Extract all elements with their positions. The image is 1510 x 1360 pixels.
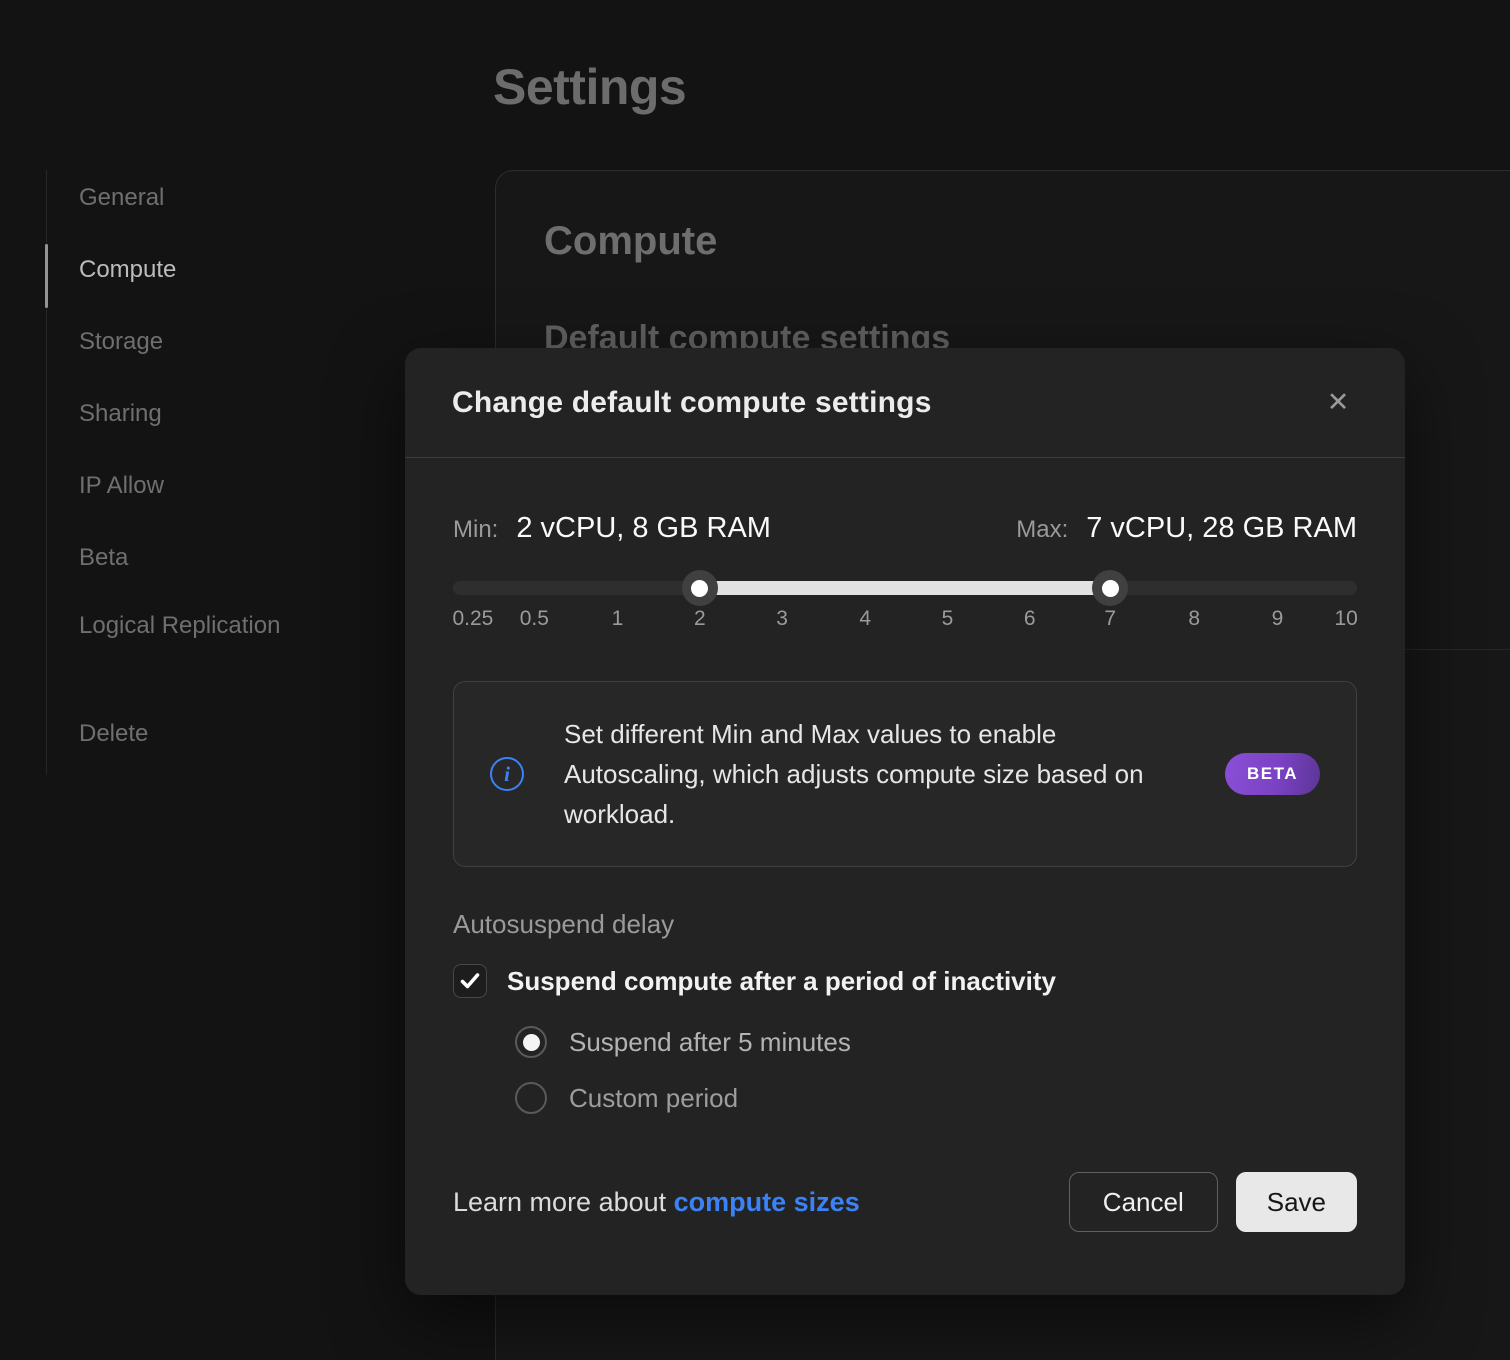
suspend-checkbox[interactable] (453, 964, 487, 998)
sidebar-item-sharing[interactable]: Sharing (79, 394, 309, 434)
tick-label: 3 (776, 607, 788, 631)
sidebar-item-compute[interactable]: Compute (79, 250, 309, 290)
modal-header: Change default compute settings ✕ (405, 348, 1405, 458)
min-label: Min: (453, 516, 498, 544)
sidebar-item-general[interactable]: General (79, 178, 309, 218)
slider-handle-max[interactable] (1092, 570, 1128, 606)
save-button[interactable]: Save (1236, 1172, 1357, 1232)
min-compute-group: Min: 2 vCPU, 8 GB RAM (453, 512, 771, 545)
autoscaling-info-box: i Set different Min and Max values to en… (453, 681, 1357, 867)
check-icon (458, 969, 482, 993)
max-label: Max: (1016, 516, 1068, 544)
custom-period-option[interactable]: Custom period (515, 1082, 1357, 1114)
slider-track[interactable] (453, 581, 1357, 595)
learn-more-text: Learn more about compute sizes (453, 1187, 860, 1218)
change-compute-settings-modal: Change default compute settings ✕ Min: 2… (405, 348, 1405, 1295)
custom-period-label: Custom period (569, 1083, 738, 1114)
tick-label: 0.5 (520, 607, 549, 631)
radio-unselected-icon[interactable] (515, 1082, 547, 1114)
info-icon: i (490, 757, 524, 791)
tick-label: 10 (1334, 607, 1357, 631)
slider-handle-min[interactable] (682, 570, 718, 606)
sidebar-item-ip-allow[interactable]: IP Allow (79, 466, 309, 506)
footer-buttons: Cancel Save (1069, 1172, 1357, 1232)
page-title: Settings (493, 58, 686, 116)
beta-badge: BETA (1225, 753, 1320, 795)
tick-label: 5 (942, 607, 954, 631)
sidebar-item-beta[interactable]: Beta (79, 538, 309, 578)
compute-sizes-link[interactable]: compute sizes (674, 1187, 860, 1217)
tick-label: 8 (1188, 607, 1200, 631)
sidebar-item-delete[interactable]: Delete (79, 714, 309, 754)
tick-label: 2 (694, 607, 706, 631)
app-window: Settings General Compute Storage Sharing… (0, 0, 1510, 1360)
cancel-button[interactable]: Cancel (1069, 1172, 1218, 1232)
sidebar-item-logical-replication[interactable]: Logical Replication (79, 606, 309, 646)
tick-label: 9 (1272, 607, 1284, 631)
tick-label: 7 (1104, 607, 1116, 631)
close-icon[interactable]: ✕ (1318, 383, 1358, 423)
modal-title: Change default compute settings (452, 386, 932, 420)
tick-label: 1 (612, 607, 624, 631)
panel-heading: Compute (544, 219, 717, 264)
max-compute-group: Max: 7 vCPU, 28 GB RAM (1016, 512, 1357, 545)
sidebar-item-storage[interactable]: Storage (79, 322, 309, 362)
compute-range-slider (453, 581, 1357, 595)
tick-label: 4 (859, 607, 871, 631)
slider-tick-labels: 0.25 0.5 1 2 3 4 5 6 7 8 9 10 (453, 607, 1357, 637)
suspend-after-5-minutes-option[interactable]: Suspend after 5 minutes (515, 1026, 1357, 1058)
modal-body: Min: 2 vCPU, 8 GB RAM Max: 7 vCPU, 28 GB… (405, 512, 1405, 1232)
autosuspend-delay-label: Autosuspend delay (453, 909, 1357, 940)
suspend-after-5-minutes-label: Suspend after 5 minutes (569, 1027, 851, 1058)
sidebar-active-indicator (45, 244, 48, 308)
suspend-checkbox-row[interactable]: Suspend compute after a period of inacti… (453, 964, 1357, 998)
autoscaling-info-text: Set different Min and Max values to enab… (564, 714, 1185, 834)
modal-footer: Learn more about compute sizes Cancel Sa… (453, 1172, 1357, 1232)
suspend-checkbox-label: Suspend compute after a period of inacti… (507, 966, 1056, 997)
tick-label: 6 (1024, 607, 1036, 631)
radio-selected-icon[interactable] (515, 1026, 547, 1058)
settings-sidebar: General Compute Storage Sharing IP Allow… (46, 170, 346, 775)
slider-fill (700, 581, 1110, 595)
tick-label: 0.25 (452, 607, 493, 631)
learn-more-prefix: Learn more about (453, 1187, 666, 1217)
suspend-options: Suspend after 5 minutes Custom period (515, 1026, 1357, 1114)
minmax-row: Min: 2 vCPU, 8 GB RAM Max: 7 vCPU, 28 GB… (453, 512, 1357, 545)
min-value: 2 vCPU, 8 GB RAM (516, 512, 771, 545)
max-value: 7 vCPU, 28 GB RAM (1086, 512, 1357, 545)
